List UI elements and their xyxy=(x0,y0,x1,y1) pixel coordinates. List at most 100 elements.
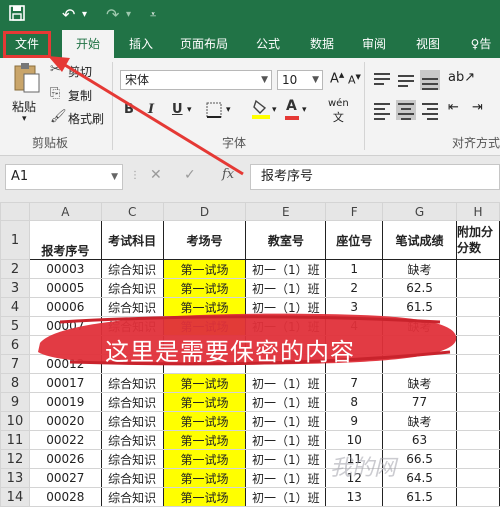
table-cell[interactable]: 00019 xyxy=(28,392,102,412)
row-header[interactable]: 5 xyxy=(0,316,30,336)
row-header[interactable]: 3 xyxy=(0,278,30,298)
header-cell[interactable]: 教室号 xyxy=(245,220,327,260)
column-header[interactable]: F xyxy=(325,202,384,221)
table-cell[interactable]: 61.5 xyxy=(382,487,457,507)
row-header[interactable]: 12 xyxy=(0,449,30,469)
table-cell[interactable]: 第一试场 xyxy=(162,392,247,412)
bold-button[interactable]: B xyxy=(124,102,134,117)
tab-page-layout[interactable]: 页面布局 xyxy=(172,30,236,58)
font-color-icon[interactable]: A xyxy=(285,98,299,120)
enter-icon[interactable]: ✓ xyxy=(184,167,196,183)
table-cell[interactable] xyxy=(455,259,500,279)
copy-icon[interactable]: ⎘ xyxy=(50,86,60,101)
table-cell[interactable]: 初一（1）班 xyxy=(245,468,327,488)
table-cell[interactable]: 63 xyxy=(382,430,457,450)
table-cell[interactable]: 第一试场 xyxy=(162,373,247,393)
table-cell[interactable]: 综合知识 xyxy=(100,468,164,488)
table-cell[interactable]: 62.5 xyxy=(382,278,457,298)
table-cell[interactable]: 第一试场 xyxy=(162,411,247,431)
table-cell[interactable]: 综合知识 xyxy=(100,278,164,298)
paste-dropdown-icon[interactable]: ▾ xyxy=(22,114,27,124)
fill-color-dropdown-icon[interactable]: ▾ xyxy=(272,105,277,115)
table-cell[interactable] xyxy=(455,297,500,317)
header-cell[interactable]: 笔试成绩 xyxy=(382,220,457,260)
table-cell[interactable]: 初一（1）班 xyxy=(245,430,327,450)
header-cell[interactable]: 考试科目 xyxy=(100,220,164,260)
table-cell[interactable]: 综合知识 xyxy=(100,392,164,412)
table-cell[interactable] xyxy=(382,335,457,355)
fill-color-icon[interactable] xyxy=(252,98,270,123)
header-cell[interactable]: 考场号 xyxy=(162,220,247,260)
redo-icon[interactable]: ↷ xyxy=(106,4,119,26)
borders-dropdown-icon[interactable]: ▾ xyxy=(226,105,231,115)
chevron-down-icon[interactable]: ▼ xyxy=(111,165,118,189)
table-cell[interactable] xyxy=(455,316,500,336)
row-header[interactable]: 2 xyxy=(0,259,30,279)
table-cell[interactable]: 2 xyxy=(325,278,384,298)
column-header[interactable]: H xyxy=(455,202,500,221)
undo-icon[interactable]: ↶ xyxy=(62,4,75,26)
row-header[interactable]: 7 xyxy=(0,354,30,374)
table-cell[interactable]: 00020 xyxy=(28,411,102,431)
font-size-select[interactable]: 10 ▼ xyxy=(277,70,323,90)
table-cell[interactable]: 缺考 xyxy=(382,373,457,393)
font-color-dropdown-icon[interactable]: ▾ xyxy=(302,105,307,115)
table-cell[interactable]: 第一试场 xyxy=(162,468,247,488)
name-box[interactable]: A1 ▼ xyxy=(5,164,123,190)
table-cell[interactable]: 00003 xyxy=(28,259,102,279)
row-header[interactable]: 10 xyxy=(0,411,30,431)
table-cell[interactable] xyxy=(455,278,500,298)
row-header[interactable]: 6 xyxy=(0,335,30,355)
italic-button[interactable]: I xyxy=(148,102,154,117)
table-cell[interactable]: 第一试场 xyxy=(162,449,247,469)
phonetic-guide-button[interactable]: wén 文 xyxy=(328,98,349,125)
table-cell[interactable]: 00005 xyxy=(28,278,102,298)
column-header[interactable]: E xyxy=(245,202,327,221)
paste-button[interactable]: 粘贴 ▾ xyxy=(12,62,42,124)
bottom-align-icon[interactable] xyxy=(420,70,440,90)
align-right-icon[interactable] xyxy=(420,100,440,120)
increase-font-size-icon[interactable]: A▲ xyxy=(330,71,344,86)
font-name-select[interactable]: 宋体 ▼ xyxy=(120,70,272,90)
table-cell[interactable]: 综合知识 xyxy=(100,259,164,279)
table-cell[interactable]: 00017 xyxy=(28,373,102,393)
table-cell[interactable]: 8 xyxy=(325,392,384,412)
column-header[interactable]: G xyxy=(382,202,457,221)
middle-align-icon[interactable] xyxy=(396,70,416,90)
undo-dropdown-icon[interactable]: ▾ xyxy=(82,4,87,26)
column-header[interactable]: C xyxy=(100,202,164,221)
table-cell[interactable]: 00012 xyxy=(28,354,102,374)
cut-icon[interactable]: ✂ xyxy=(50,62,61,77)
top-align-icon[interactable] xyxy=(372,70,392,90)
row-header[interactable]: 1 xyxy=(0,220,30,260)
table-cell[interactable] xyxy=(455,487,500,507)
tab-insert[interactable]: 插入 xyxy=(118,30,164,58)
table-cell[interactable]: 7 xyxy=(325,373,384,393)
table-cell[interactable]: 第一试场 xyxy=(162,430,247,450)
table-cell[interactable] xyxy=(455,354,500,374)
table-cell[interactable]: 初一（1）班 xyxy=(245,487,327,507)
tab-formulas[interactable]: 公式 xyxy=(246,30,290,58)
format-painter-icon[interactable]: 🖌 xyxy=(50,109,67,124)
table-cell[interactable]: 缺考 xyxy=(382,259,457,279)
orientation-icon[interactable]: ab↗ xyxy=(448,70,475,85)
table-cell[interactable]: 初一（1）班 xyxy=(245,278,327,298)
table-cell[interactable]: 00006 xyxy=(28,297,102,317)
select-all-corner[interactable] xyxy=(0,202,30,221)
row-header[interactable]: 13 xyxy=(0,468,30,488)
table-cell[interactable]: 第一试场 xyxy=(162,297,247,317)
table-cell[interactable]: 初一（1）班 xyxy=(245,449,327,469)
table-cell[interactable]: 第一试场 xyxy=(162,278,247,298)
table-cell[interactable]: 00007 xyxy=(28,316,102,336)
table-cell[interactable] xyxy=(455,373,500,393)
table-cell[interactable]: 9 xyxy=(325,411,384,431)
underline-dropdown-icon[interactable]: ▾ xyxy=(187,105,192,115)
tab-data[interactable]: 数据 xyxy=(300,30,344,58)
tab-home[interactable]: 开始 xyxy=(62,30,114,58)
borders-icon[interactable] xyxy=(206,102,222,121)
tab-review[interactable]: 审阅 xyxy=(352,30,396,58)
row-header[interactable]: 9 xyxy=(0,392,30,412)
table-cell[interactable] xyxy=(455,449,500,469)
cancel-icon[interactable]: ✕ xyxy=(150,167,162,183)
customize-qat-icon[interactable]: ⩡ xyxy=(150,4,156,26)
